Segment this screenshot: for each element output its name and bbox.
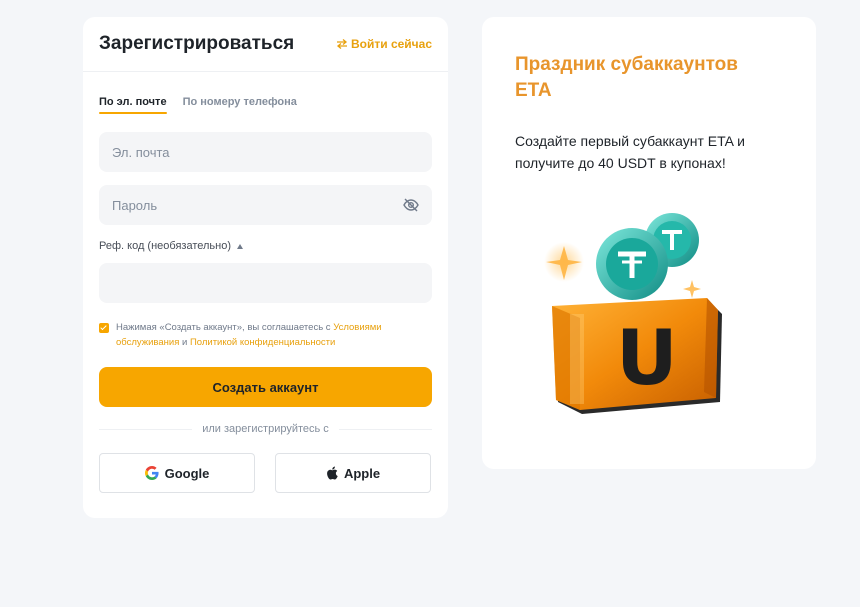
referral-field (99, 263, 432, 303)
terms-text: Нажимая «Создать аккаунт», вы соглашаете… (116, 320, 419, 350)
password-input[interactable] (112, 197, 419, 213)
referral-input[interactable] (112, 275, 419, 291)
tab-phone[interactable]: По номеру телефона (183, 96, 297, 114)
google-icon (144, 466, 159, 480)
apple-icon (327, 466, 338, 480)
promo-title: Праздник субаккаунтов ETA (515, 54, 738, 101)
referral-toggle[interactable]: Реф. код (необязательно) (99, 240, 243, 252)
login-now-link[interactable]: Войти сейчас (336, 37, 432, 51)
register-header: Зарегистрироваться Войти сейчас (83, 17, 448, 72)
password-field (99, 185, 432, 225)
google-signup-button[interactable]: Google (99, 453, 255, 493)
terms-agreement: Нажимая «Создать аккаунт», вы соглашаете… (99, 320, 419, 350)
terms-middle: и (179, 337, 190, 348)
promo-description: Создайте первый субаккаунт ETA и получит… (515, 133, 745, 171)
box-letter: U (616, 313, 678, 402)
login-now-label: Войти сейчас (351, 37, 432, 51)
usdt-box-illustration: U (544, 213, 722, 414)
create-account-button[interactable]: Создать аккаунт (99, 367, 432, 407)
terms-checkbox[interactable] (99, 323, 109, 333)
apple-label: Apple (343, 465, 381, 481)
social-divider: или зарегистрируйтесь с (99, 423, 433, 435)
divider-line-left (99, 428, 193, 430)
privacy-policy-link[interactable]: Политикой конфиденциальности (190, 337, 335, 348)
email-field (99, 132, 432, 172)
eye-off-icon[interactable] (402, 196, 420, 214)
tab-email[interactable]: По эл. почте (99, 96, 167, 114)
register-card: Зарегистрироваться Войти сейчас По эл. п… (83, 17, 448, 518)
apple-signup-button[interactable]: Apple (275, 453, 431, 493)
divider-line-right (338, 428, 433, 430)
referral-label: Реф. код (необязательно) (99, 240, 231, 252)
divider-text: или зарегистрируйтесь с (202, 423, 329, 435)
caret-up-icon (237, 243, 243, 249)
signup-method-tabs: По эл. почте По номеру телефона (99, 96, 297, 114)
promo-card: Праздник субаккаунтов ETA Создайте первы… (482, 17, 816, 469)
register-title: Зарегистрироваться (99, 33, 295, 54)
swap-icon (336, 39, 348, 49)
email-input[interactable] (112, 144, 419, 160)
terms-prefix: Нажимая «Создать аккаунт», вы соглашаете… (116, 322, 334, 333)
google-label: Google (164, 465, 210, 481)
